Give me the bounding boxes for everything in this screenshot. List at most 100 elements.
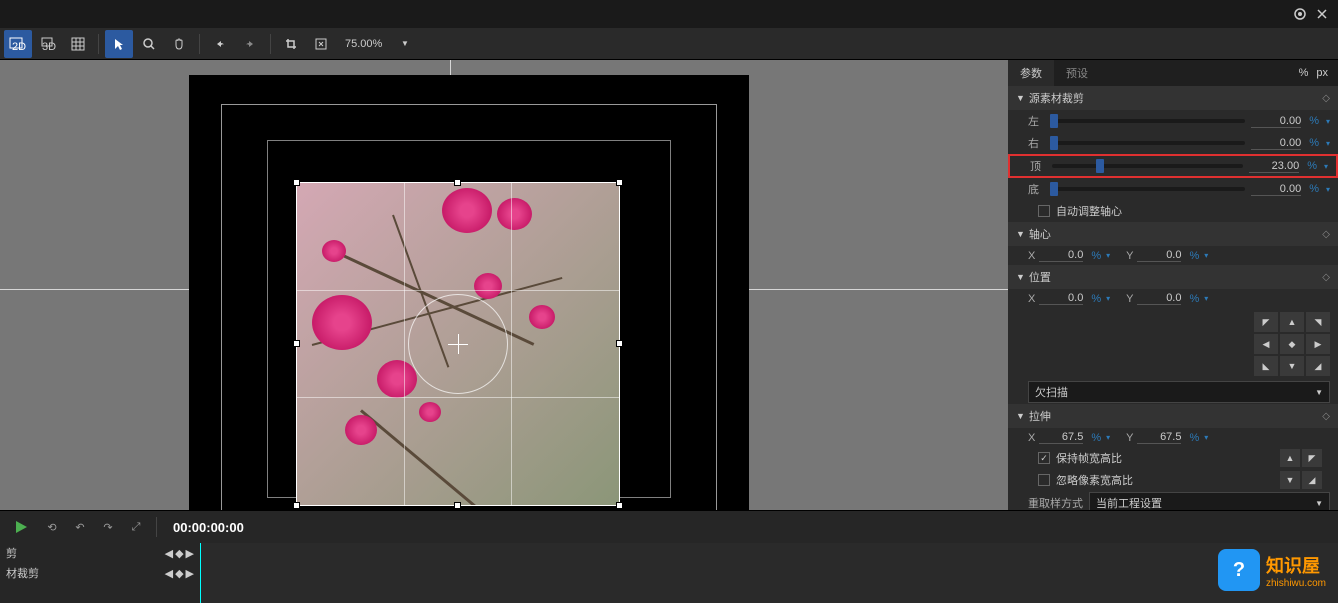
collapse-icon: ▼: [1016, 93, 1025, 103]
fit-corner-icon[interactable]: ◤: [1302, 449, 1322, 467]
unit-percent[interactable]: %: [1299, 67, 1309, 79]
handle-mid-left[interactable]: [293, 340, 300, 347]
svg-text:3D: 3D: [42, 41, 56, 52]
canvas-viewport[interactable]: [0, 60, 1008, 510]
prev-button[interactable]: ↶: [68, 515, 92, 539]
mark-button[interactable]: ⤢: [124, 515, 148, 539]
mode-2d-button[interactable]: 2D: [4, 30, 32, 58]
crop-top-slider[interactable]: [1052, 164, 1243, 168]
zoom-dropdown-icon[interactable]: ▼: [401, 39, 409, 48]
tab-params[interactable]: 参数: [1008, 60, 1054, 86]
position-x-value[interactable]: 0.0: [1039, 292, 1083, 305]
crop-top-row: 顶 23.00%▾: [1008, 154, 1338, 178]
handle-bot-mid[interactable]: [454, 502, 461, 509]
unit-pixels[interactable]: px: [1316, 67, 1328, 79]
crop-bottom-slider[interactable]: [1050, 187, 1245, 191]
properties-panel: 参数 预设 % px ▼ 源素材裁剪 ◇ 左 0.00%▾ 右 0.00%▾ 顶…: [1008, 60, 1338, 510]
hand-tool-icon[interactable]: [165, 30, 193, 58]
timecode-display[interactable]: 00:00:00:00: [173, 520, 244, 535]
crop-right-label: 右: [1028, 135, 1044, 151]
canvas-frame: [189, 75, 749, 510]
crop-right-value[interactable]: 0.00: [1251, 137, 1301, 150]
handle-top-right[interactable]: [616, 179, 623, 186]
overscan-dropdown[interactable]: 欠扫描▼: [1028, 381, 1330, 403]
keep-ratio-label: 保持帧宽高比: [1056, 450, 1122, 466]
zoom-value[interactable]: 75.00%: [345, 38, 395, 50]
nudge-center[interactable]: ◆: [1280, 334, 1304, 354]
effect-tool-icon[interactable]: [307, 30, 335, 58]
crop-left-row: 左 0.00%▾: [1008, 110, 1338, 132]
crop-left-value[interactable]: 0.00: [1251, 115, 1301, 128]
track-area[interactable]: [200, 543, 1338, 603]
tab-presets[interactable]: 预设: [1054, 60, 1100, 86]
nudge-n[interactable]: ▲: [1280, 312, 1304, 332]
nudge-nw[interactable]: ◤: [1254, 312, 1278, 332]
handle-top-mid[interactable]: [454, 179, 461, 186]
position-y-value[interactable]: 0.0: [1137, 292, 1181, 305]
section-crop-header[interactable]: ▼ 源素材裁剪 ◇: [1008, 86, 1338, 110]
keyframe-icon[interactable]: ◇: [1322, 93, 1330, 104]
nudge-sw[interactable]: ◣: [1254, 356, 1278, 376]
crop-bottom-row: 底 0.00%▾: [1008, 178, 1338, 200]
nudge-w[interactable]: ◀: [1254, 334, 1278, 354]
fit-up-icon[interactable]: ▲: [1280, 449, 1300, 467]
selection-box[interactable]: [296, 182, 620, 506]
auto-center-checkbox[interactable]: [1038, 205, 1050, 217]
section-stretch-header[interactable]: ▼拉伸◇: [1008, 404, 1338, 428]
nudge-e[interactable]: ▶: [1306, 334, 1330, 354]
main-toolbar: 2D 3D 75.00% ▼: [0, 28, 1338, 60]
crop-left-slider[interactable]: [1050, 119, 1245, 123]
crop-bottom-value[interactable]: 0.00: [1251, 183, 1301, 196]
ignore-pixel-checkbox[interactable]: [1038, 474, 1050, 486]
pivot-x-value[interactable]: 0.0: [1039, 249, 1083, 262]
loop-button[interactable]: ⟲: [40, 515, 64, 539]
resample-label: 重取样方式: [1028, 495, 1083, 510]
resample-dropdown[interactable]: 当前工程设置▼: [1089, 492, 1330, 510]
keep-ratio-checkbox[interactable]: ✓: [1038, 452, 1050, 464]
handle-top-left[interactable]: [293, 179, 300, 186]
section-position-header[interactable]: ▼位置◇: [1008, 265, 1338, 289]
timeline-panel: ⟲ ↶ ↷ ⤢ 00:00:00:00 00:00:02:0000:00:04:…: [0, 510, 1338, 603]
keyframe-icon[interactable]: ◇: [1322, 411, 1330, 422]
stretch-x-value[interactable]: 67.5: [1039, 431, 1083, 444]
redo-button[interactable]: [236, 30, 264, 58]
play-button[interactable]: [6, 515, 36, 539]
pointer-tool[interactable]: [105, 30, 133, 58]
handle-mid-right[interactable]: [616, 340, 623, 347]
crop-tool-icon[interactable]: [277, 30, 305, 58]
track-row[interactable]: 剪◀◆▶: [0, 543, 200, 563]
ignore-pixel-label: 忽略像素宽高比: [1056, 472, 1133, 488]
position-xy-row: X 0.0%▾ Y 0.0%▾: [1008, 289, 1338, 308]
crop-right-slider[interactable]: [1050, 141, 1245, 145]
track-headers: 剪◀◆▶ 材裁剪◀◆▶: [0, 543, 200, 603]
zoom-tool-icon[interactable]: [135, 30, 163, 58]
title-bar: [0, 0, 1338, 28]
handle-bot-left[interactable]: [293, 502, 300, 509]
keyframe-icon[interactable]: ◇: [1322, 229, 1330, 240]
close-icon[interactable]: [1314, 6, 1330, 22]
settings-icon[interactable]: [1292, 6, 1308, 22]
keyframe-icon[interactable]: ◇: [1322, 272, 1330, 283]
stretch-y-value[interactable]: 67.5: [1137, 431, 1181, 444]
nudge-controls: ◤▲◥ ◀◆▶ ◣▼◢: [1008, 308, 1338, 380]
svg-text:2D: 2D: [12, 41, 26, 52]
handle-bot-right[interactable]: [616, 502, 623, 509]
fit-corner2-icon[interactable]: ◢: [1302, 471, 1322, 489]
watermark-icon: ?: [1218, 549, 1260, 591]
crop-top-value[interactable]: 23.00: [1249, 160, 1299, 173]
grid-button[interactable]: [64, 30, 92, 58]
fit-down-icon[interactable]: ▼: [1280, 471, 1300, 489]
section-pivot-header[interactable]: ▼轴心◇: [1008, 222, 1338, 246]
next-button[interactable]: ↷: [96, 515, 120, 539]
mode-3d-button[interactable]: 3D: [34, 30, 62, 58]
undo-button[interactable]: [206, 30, 234, 58]
track-row[interactable]: 材裁剪◀◆▶: [0, 563, 200, 583]
auto-center-label: 自动调整轴心: [1056, 203, 1122, 219]
pivot-y-value[interactable]: 0.0: [1137, 249, 1181, 262]
nudge-ne[interactable]: ◥: [1306, 312, 1330, 332]
stretch-xy-row: X 67.5%▾ Y 67.5%▾: [1008, 428, 1338, 447]
nudge-s[interactable]: ▼: [1280, 356, 1304, 376]
pivot-xy-row: X 0.0%▾ Y 0.0%▾: [1008, 246, 1338, 265]
crop-right-row: 右 0.00%▾: [1008, 132, 1338, 154]
nudge-se[interactable]: ◢: [1306, 356, 1330, 376]
